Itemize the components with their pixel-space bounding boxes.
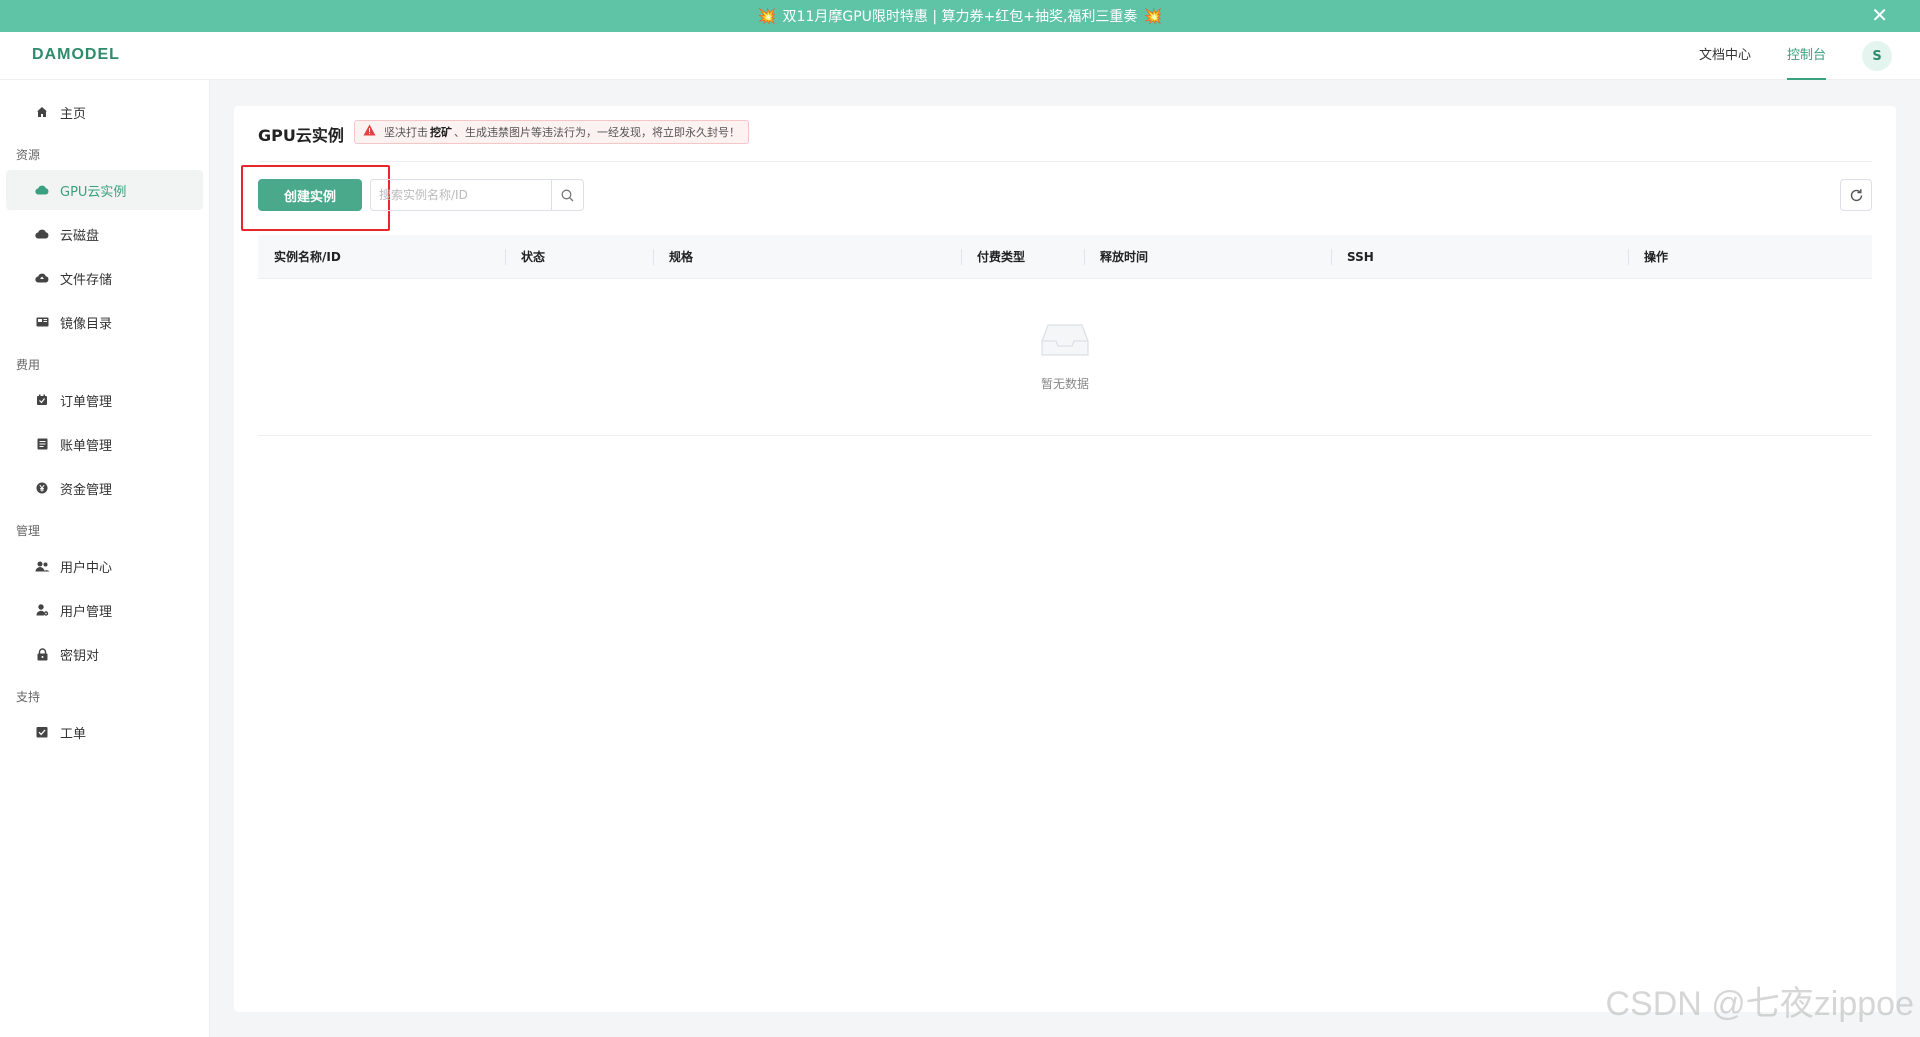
- sidebar-item-user-management[interactable]: 用户管理: [6, 590, 203, 630]
- sidebar-item-label: 云磁盘: [60, 228, 100, 244]
- search-icon: [561, 189, 574, 201]
- bill-icon: [32, 438, 52, 450]
- sidebar-item-label: 工单: [60, 726, 87, 742]
- warning-prefix: 坚决打击: [384, 126, 428, 139]
- yen-icon: [32, 482, 52, 494]
- create-instance-button[interactable]: 创建实例: [258, 179, 362, 211]
- column-header[interactable]: 付费类型: [961, 235, 1084, 279]
- sidebar-group-title: 费用: [16, 358, 41, 372]
- column-header[interactable]: 规格: [653, 235, 961, 279]
- user-gear-icon: [32, 604, 52, 616]
- order-icon: [32, 394, 52, 406]
- empty-state: 暂无数据: [258, 279, 1872, 436]
- sidebar-item-user-center[interactable]: 用户中心: [6, 546, 203, 586]
- watermark: CSDN @七夜zippoe: [1605, 985, 1915, 1023]
- sidebar-group-title: 管理: [16, 524, 41, 538]
- main-card: GPU云实例 坚决打击 挖矿 、生成违禁图片等违法行为，一经发现，将立即永久封号…: [234, 106, 1896, 1012]
- home-icon: [32, 106, 52, 118]
- divider: [258, 161, 1872, 162]
- sidebar-item-gpu-instances[interactable]: GPU云实例: [6, 170, 203, 210]
- ticket-icon: [32, 726, 52, 738]
- page-title: GPU云实例: [258, 126, 344, 145]
- sidebar-item-bills[interactable]: 账单管理: [6, 424, 203, 464]
- warning-suffix: 、生成违禁图片等违法行为，一经发现，将立即永久封号！: [454, 126, 740, 139]
- sidebar-item-label: 账单管理: [60, 438, 113, 454]
- top-nav: 文档中心 控制台 S: [1699, 32, 1920, 80]
- sidebar-group-title: 资源: [16, 148, 41, 162]
- sidebar-item-label: 用户管理: [60, 604, 113, 620]
- sidebar-item-label: 密钥对: [60, 648, 100, 664]
- column-header[interactable]: SSH: [1331, 235, 1628, 279]
- search-input[interactable]: [371, 180, 551, 210]
- lock-icon: [32, 647, 52, 661]
- search-box: [370, 179, 584, 211]
- table-header: 实例名称/ID 状态 规格 付费类型 释放时间 SSH 操作: [258, 235, 1872, 279]
- disk-icon: [32, 229, 52, 239]
- sidebar-item-file-storage[interactable]: 文件存储: [6, 258, 203, 298]
- sidebar-item-label: 文件存储: [60, 272, 113, 288]
- column-header[interactable]: 操作: [1628, 235, 1872, 279]
- sidebar-item-home[interactable]: 主页: [6, 92, 203, 132]
- sidebar: 主页 资源 GPU云实例 云磁盘 文件存储 镜像目录 费用 订单管理 账单管理 …: [0, 80, 210, 1037]
- promo-banner[interactable]: 💥 双11月摩GPU限时特惠 | 算力券+红包+抽奖,福利三重奏 💥 ✕: [0, 0, 1920, 32]
- refresh-button[interactable]: [1840, 179, 1872, 211]
- sidebar-item-ticket[interactable]: 工单: [6, 712, 203, 752]
- empty-inbox-icon: [1040, 319, 1090, 363]
- users-icon: [32, 561, 52, 572]
- sidebar-item-label: GPU云实例: [60, 184, 127, 200]
- sidebar-item-funds[interactable]: 资金管理: [6, 468, 203, 508]
- refresh-icon: [1850, 188, 1862, 201]
- instances-table: 实例名称/ID 状态 规格 付费类型 释放时间 SSH 操作 暂无数据: [258, 235, 1872, 436]
- sidebar-item-label: 主页: [60, 106, 87, 122]
- nav-docs[interactable]: 文档中心: [1699, 32, 1751, 80]
- nav-console[interactable]: 控制台: [1786, 32, 1827, 80]
- burst-icon: 💥: [757, 7, 777, 25]
- sidebar-item-orders[interactable]: 订单管理: [6, 380, 203, 420]
- image-icon: [32, 317, 52, 327]
- warning-icon: [363, 124, 376, 140]
- banner-text[interactable]: 双11月摩GPU限时特惠 | 算力券+红包+抽奖,福利三重奏: [783, 6, 1138, 26]
- sidebar-item-label: 订单管理: [60, 394, 113, 410]
- avatar[interactable]: S: [1862, 41, 1892, 71]
- sidebar-group-title: 支持: [16, 690, 41, 704]
- logo[interactable]: DAMODEL: [32, 46, 120, 64]
- sidebar-item-label: 资金管理: [60, 482, 113, 498]
- column-header[interactable]: 释放时间: [1084, 235, 1331, 279]
- warning-bold: 挖矿: [430, 126, 452, 139]
- cloud-icon: [32, 185, 52, 195]
- column-header[interactable]: 实例名称/ID: [258, 235, 505, 279]
- column-header[interactable]: 状态: [505, 235, 653, 279]
- sidebar-item-image-catalog[interactable]: 镜像目录: [6, 302, 203, 342]
- sidebar-item-label: 用户中心: [60, 560, 113, 576]
- cloud-upload-icon: [32, 273, 52, 283]
- close-icon[interactable]: ✕: [1871, 5, 1888, 25]
- top-header: DAMODEL 文档中心 控制台 S: [0, 32, 1920, 80]
- sidebar-item-cloud-disk[interactable]: 云磁盘: [6, 214, 203, 254]
- sidebar-item-label: 镜像目录: [60, 316, 113, 332]
- sidebar-item-keypair[interactable]: 密钥对: [6, 634, 203, 674]
- search-button[interactable]: [551, 180, 583, 210]
- empty-text: 暂无数据: [1040, 377, 1089, 391]
- burst-icon: 💥: [1143, 7, 1163, 25]
- warning-notice: 坚决打击 挖矿 、生成违禁图片等违法行为，一经发现，将立即永久封号！: [354, 120, 749, 144]
